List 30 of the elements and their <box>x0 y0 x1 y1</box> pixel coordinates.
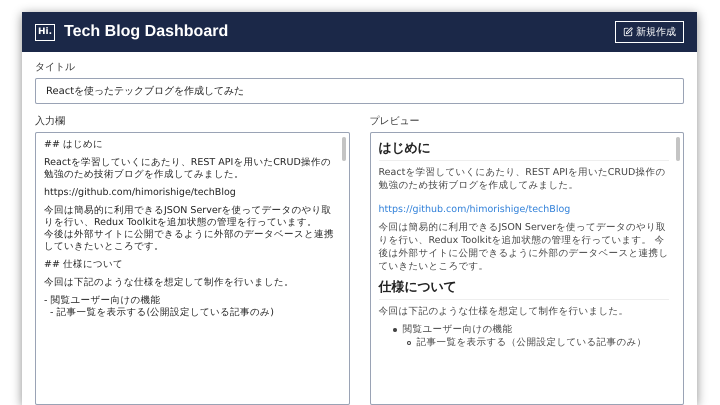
bullet-icon <box>406 340 410 344</box>
editor-line: ## 仕様について <box>44 259 124 271</box>
bullet-icon <box>392 328 396 332</box>
preview-paragraph: Reactを学習していくにあたり、REST APIを用いたCRUD操作の勉強のため技術ブログを作成してみました。 <box>378 166 666 192</box>
editor-line: - 閲覧ユーザー向けの機能 <box>44 295 162 307</box>
scrollbar-thumb[interactable] <box>342 137 346 161</box>
field-label: タイトル <box>35 61 76 74</box>
preview-link[interactable]: https://github.com/himorishige/techBlog <box>378 203 570 216</box>
preview-heading: 仕様について <box>378 278 669 300</box>
editor-line: https://github.com/himorishige/techBlog <box>44 187 237 199</box>
list-item: 記事一覧を表示する（公開設定している記事のみ） <box>416 336 646 349</box>
editor-line: 今後は外部サイトに公開できるように外部のデータベースと連携していきたいところです。 <box>44 229 334 253</box>
title-input-field[interactable]: Reactを使ったテックブログを作成してみた <box>35 78 684 104</box>
editor-line: 今回は下記のような仕様を想定して制作を行いました。 <box>44 277 295 289</box>
app-title: Tech Blog Dashboard <box>64 23 230 41</box>
new-post-button[interactable]: 新規作成 <box>615 21 684 43</box>
preview-paragraph: 今回は下記のような仕様を想定して制作を行いました。 <box>378 305 630 318</box>
field-label: 入力欄 <box>35 114 66 128</box>
scrollbar-thumb[interactable] <box>676 137 680 161</box>
editor-line: ## はじめに <box>44 139 104 151</box>
editor-textarea[interactable] <box>35 132 350 405</box>
list-item: 閲覧ユーザー向けの機能 <box>402 323 512 336</box>
edit-icon <box>623 27 633 37</box>
field-label: プレビュー <box>370 114 420 128</box>
editor-line: - 記事一覧を表示する(公開設定している記事のみ) <box>49 307 275 319</box>
logo: Hi. <box>35 24 56 40</box>
preview-paragraph: 今回は簡易的に利用できるJSON Serverを使ってデータのやり取りを行い、Redux Toolkitを追加状態の管理を行っています。 今後は外部サイトに公開できるように外部のデータベースと連携していきたいところです。 <box>378 221 669 273</box>
editor-line: Reactを学習していくにあたり、REST APIを用いたCRUD操作の勉強のため技術ブログを作成してみました。 <box>44 157 332 181</box>
preview-heading: はじめに <box>378 139 669 161</box>
editor-line: 今回は簡易的に利用できるJSON Serverを使ってデータのやり取りを行い、Redux Toolkitを追加状態の管理を行っています。 <box>44 205 333 229</box>
